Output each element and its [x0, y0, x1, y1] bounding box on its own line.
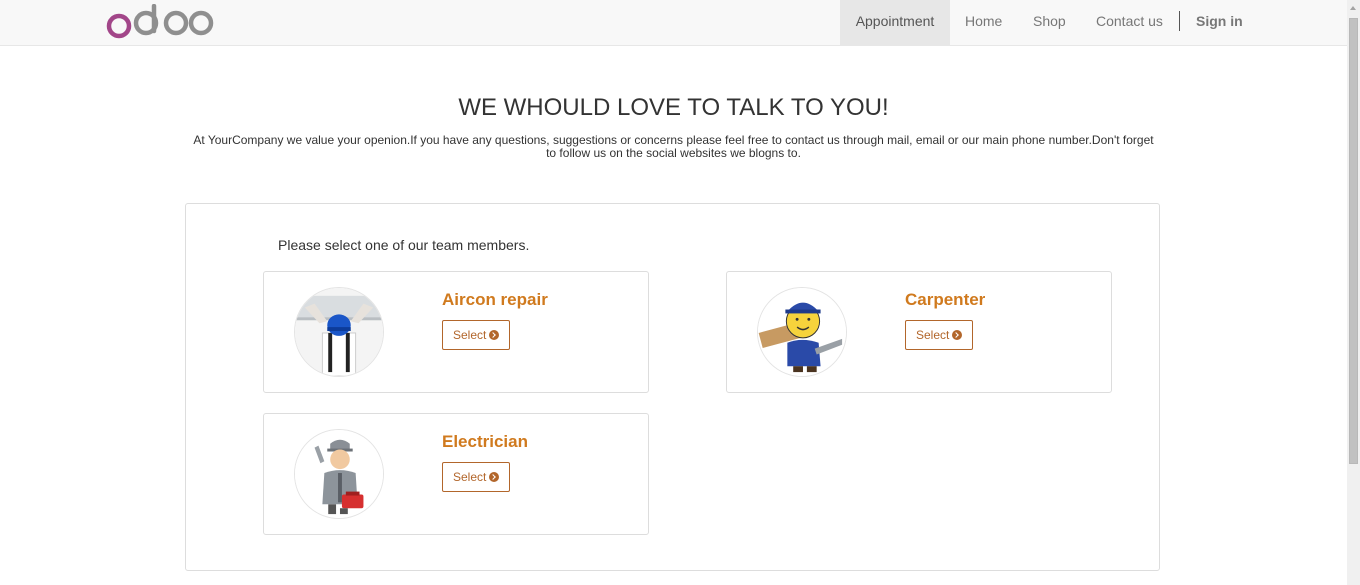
odoo-logo-icon — [106, 3, 214, 39]
nav-item-home[interactable]: Home — [965, 0, 1002, 45]
odoo-logo[interactable] — [106, 3, 216, 40]
team-select-prompt: Please select one of our team members. — [278, 237, 530, 253]
top-navbar: Appointment Home Shop Contact us Sign in — [0, 0, 1347, 46]
nav-item-shop[interactable]: Shop — [1033, 0, 1066, 45]
member-card-carpenter: Carpenter Select — [726, 271, 1112, 393]
member-name: Electrician — [442, 432, 528, 451]
select-carpenter-button[interactable]: Select — [905, 320, 974, 350]
nav-item-appointment[interactable]: Appointment — [840, 0, 950, 45]
member-avatar — [294, 287, 384, 377]
member-avatar — [757, 287, 847, 377]
nav-item-contact-us[interactable]: Contact us — [1096, 0, 1163, 45]
member-card-electrician: Electrician Select — [263, 413, 649, 535]
nav-divider — [1179, 11, 1180, 31]
select-button-label: Select — [453, 470, 487, 484]
aircon-worker-icon — [295, 288, 383, 376]
member-name: Aircon repair — [442, 290, 548, 309]
chevron-circle-right-icon — [952, 330, 963, 340]
select-electrician-button[interactable]: Select — [442, 462, 511, 492]
member-card-aircon-repair: Aircon repair Select — [263, 271, 649, 393]
scroll-thumb[interactable] — [1349, 18, 1358, 464]
select-button-label: Select — [916, 328, 950, 342]
chevron-circle-right-icon — [489, 472, 500, 482]
intro-text: At YourCompany we value your openion.If … — [193, 133, 1154, 160]
chevron-circle-right-icon — [489, 330, 500, 340]
carpenter-icon — [758, 288, 846, 376]
member-name: Carpenter — [905, 290, 986, 309]
select-button-label: Select — [453, 328, 487, 342]
electrician-icon — [295, 430, 383, 518]
vertical-scrollbar[interactable] — [1347, 0, 1360, 585]
member-avatar — [294, 429, 384, 519]
sign-in-link[interactable]: Sign in — [1196, 0, 1243, 45]
page-title: WE WHOULD LOVE TO TALK TO YOU! — [458, 94, 889, 121]
scroll-up-arrow-icon[interactable] — [1350, 6, 1356, 10]
select-aircon-repair-button[interactable]: Select — [442, 320, 511, 350]
